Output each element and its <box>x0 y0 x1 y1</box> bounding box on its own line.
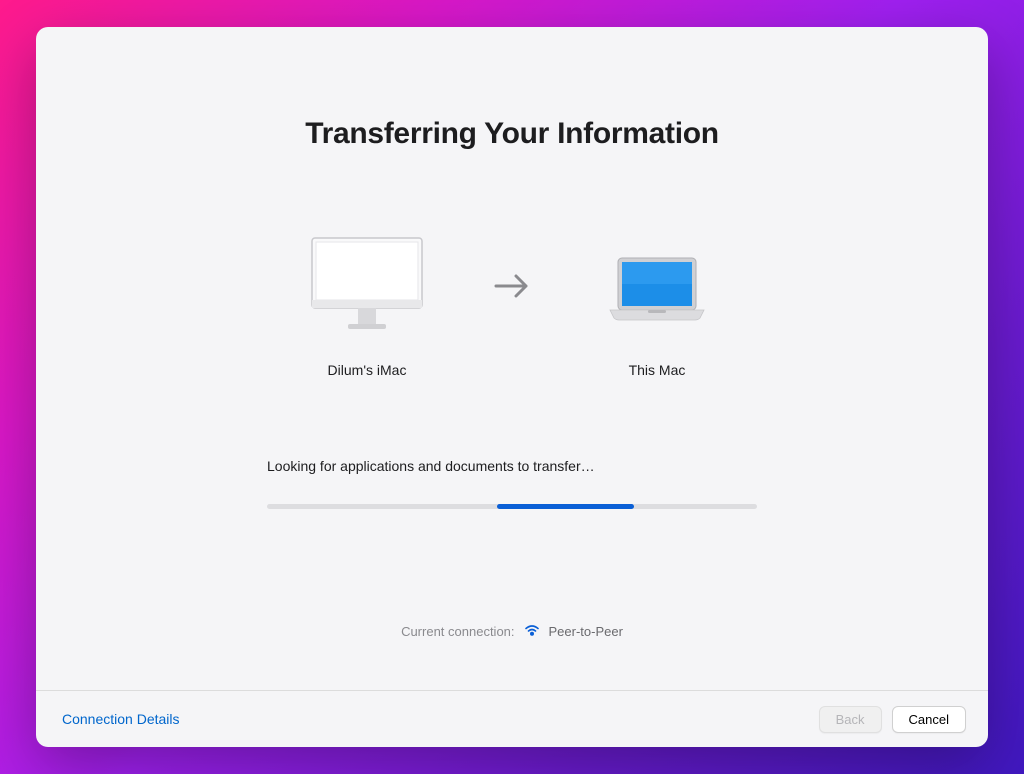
devices-row: Dilum's iMac This Mac <box>282 236 742 378</box>
connection-details-button[interactable]: Connection Details <box>58 705 184 733</box>
arrow-right-icon <box>494 272 530 305</box>
status-section: Looking for applications and documents t… <box>267 458 757 509</box>
connection-type: Peer-to-Peer <box>549 624 623 639</box>
footer: Connection Details Back Cancel <box>36 691 988 747</box>
destination-device: This Mac <box>572 236 742 378</box>
footer-buttons: Back Cancel <box>819 706 966 733</box>
source-device-label: Dilum's iMac <box>328 362 407 378</box>
imac-icon <box>310 236 424 337</box>
source-device: Dilum's iMac <box>282 236 452 378</box>
destination-device-label: This Mac <box>629 362 686 378</box>
progress-bar <box>267 504 757 509</box>
macbook-icon <box>600 236 714 337</box>
cancel-button[interactable]: Cancel <box>892 706 966 733</box>
page-title: Transferring Your Information <box>305 117 719 151</box>
back-button: Back <box>819 706 882 733</box>
connection-info: Current connection: Peer-to-Peer <box>401 624 623 639</box>
migration-assistant-window: Transferring Your Information Dilum's iM… <box>36 27 988 747</box>
main-content: Transferring Your Information Dilum's iM… <box>36 27 988 690</box>
progress-fill <box>497 504 634 509</box>
status-text: Looking for applications and documents t… <box>267 458 757 474</box>
wifi-icon <box>525 624 539 639</box>
connection-label: Current connection: <box>401 624 514 639</box>
